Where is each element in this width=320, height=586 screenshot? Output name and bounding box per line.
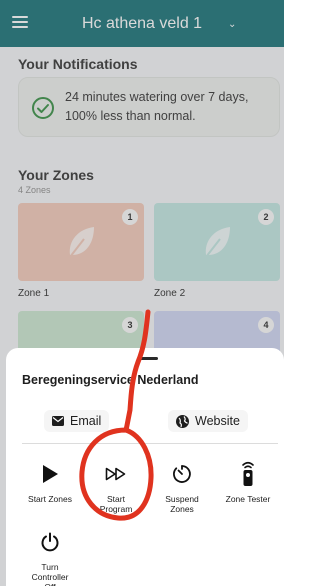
app-screen: Hc athena veld 1 ⌄ Your Notifications 24… (0, 0, 284, 586)
red-annotation-circle (79, 309, 154, 521)
